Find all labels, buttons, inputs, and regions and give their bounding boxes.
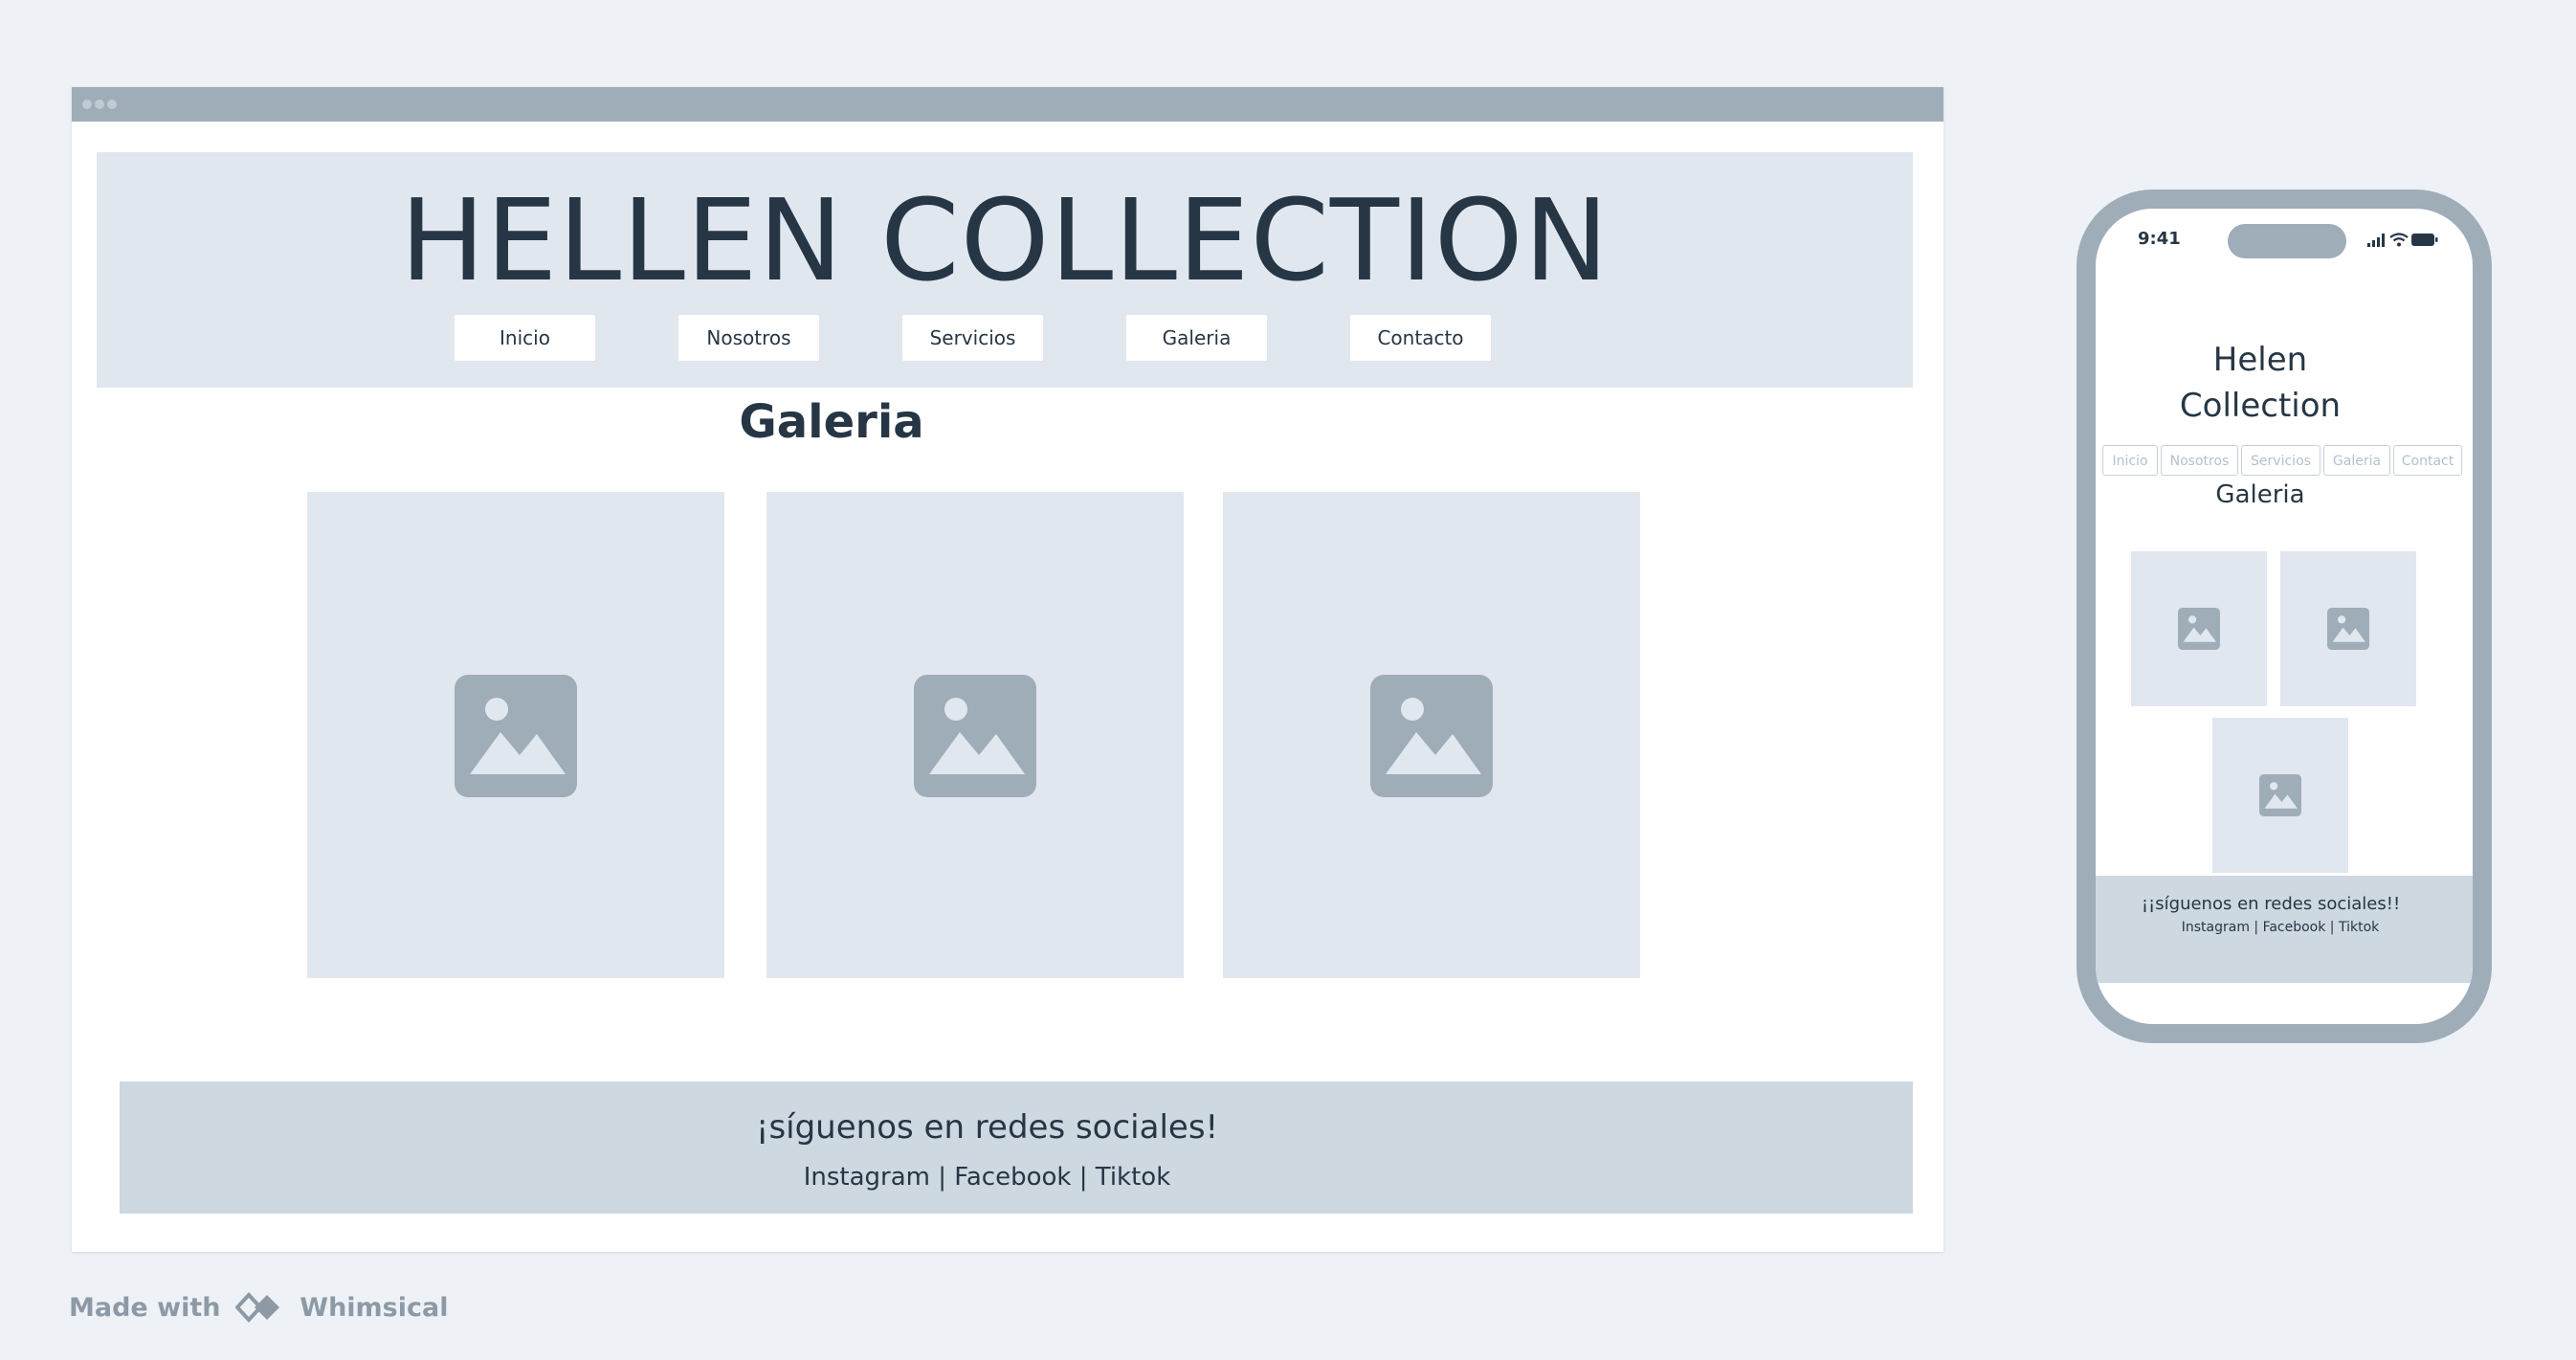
mobile-screen: 9:41 Helen Collection Inicio Nosotros Se…: [2096, 209, 2473, 1024]
site-footer: ¡síguenos en redes sociales! Instagram |…: [120, 1081, 1913, 1214]
signal-icon: [2367, 234, 2385, 247]
mobile-nav-nosotros[interactable]: Nosotros: [2161, 445, 2238, 476]
footer-social-links[interactable]: Instagram | Facebook | Tiktok: [120, 1160, 1854, 1194]
whimsical-logo-icon: [234, 1292, 279, 1323]
wifi-icon: [2389, 233, 2409, 247]
status-time: 9:41: [2138, 229, 2181, 249]
mobile-nav-servicios[interactable]: Servicios: [2241, 445, 2321, 476]
nav-galeria-button[interactable]: Galeria: [1126, 315, 1267, 361]
image-placeholder-icon: [914, 675, 1036, 797]
nav-servicios-button[interactable]: Servicios: [902, 315, 1043, 361]
site-title: HELLEN COLLECTION: [400, 174, 1610, 306]
image-placeholder-icon: [2178, 608, 2220, 650]
mobile-nav-inicio[interactable]: Inicio: [2102, 445, 2158, 476]
nav-inicio-button[interactable]: Inicio: [455, 315, 595, 361]
mobile-title-line-2: Collection: [2179, 387, 2342, 425]
mobile-footer-heading: ¡¡síguenos en redes sociales!!: [2141, 894, 2401, 914]
mobile-gallery-image-1[interactable]: [2131, 551, 2267, 706]
window-dot-icon: [95, 100, 104, 109]
nav-contacto-button[interactable]: Contacto: [1350, 315, 1491, 361]
made-with-whimsical[interactable]: Made with Whimsical: [69, 1291, 448, 1324]
gallery-heading: Galeria: [739, 395, 924, 449]
mobile-gallery-image-3[interactable]: [2212, 718, 2348, 873]
image-placeholder-icon: [1370, 675, 1493, 797]
desktop-browser-frame: HELLEN COLLECTION Inicio Nosotros Servic…: [72, 87, 1943, 1252]
dynamic-island: [2228, 224, 2346, 258]
gallery-image-1[interactable]: [307, 492, 724, 978]
image-placeholder-icon: [2259, 774, 2301, 816]
window-dot-icon: [107, 100, 117, 109]
mobile-footer: ¡¡síguenos en redes sociales!! Instagram…: [2096, 876, 2473, 983]
browser-titlebar: [72, 87, 1943, 122]
nav-nosotros-button[interactable]: Nosotros: [678, 315, 819, 361]
mobile-site-title: Helen Collection: [2096, 337, 2425, 429]
mobile-nav-galeria[interactable]: Galeria: [2323, 445, 2390, 476]
made-with-label: Made with: [69, 1293, 221, 1323]
mobile-nav-contact[interactable]: Contact: [2393, 445, 2462, 476]
battery-icon: [2411, 234, 2438, 246]
footer-heading: ¡síguenos en redes sociales!: [755, 1108, 1219, 1147]
site-header: HELLEN COLLECTION Inicio Nosotros Servic…: [97, 152, 1913, 388]
gallery-image-3[interactable]: [1223, 492, 1640, 978]
window-dot-icon: [82, 100, 92, 109]
whimsical-brand: Whimsical: [300, 1293, 449, 1323]
mobile-footer-social-links[interactable]: Instagram | Facebook | Tiktok: [2096, 918, 2465, 937]
image-placeholder-icon: [2327, 608, 2369, 650]
gallery-image-2[interactable]: [766, 492, 1184, 978]
mobile-gallery-heading: Galeria: [2215, 480, 2305, 509]
mobile-title-line-1: Helen: [2212, 341, 2308, 379]
mobile-gallery-image-2[interactable]: [2280, 551, 2416, 706]
image-placeholder-icon: [455, 675, 577, 797]
mobile-phone-frame: 9:41 Helen Collection Inicio Nosotros Se…: [2076, 190, 2492, 1043]
